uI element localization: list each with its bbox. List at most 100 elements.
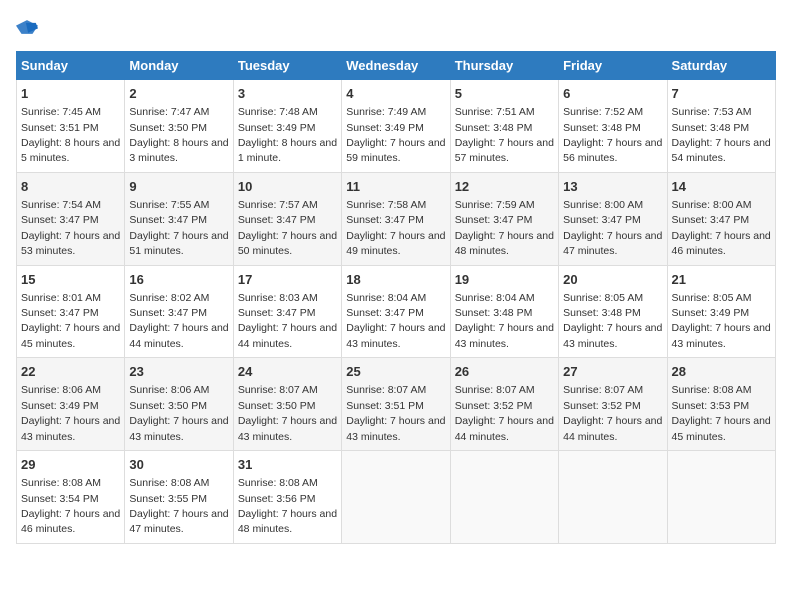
day-info: Sunrise: 8:05 AMSunset: 3:49 PMDaylight:… (672, 292, 771, 350)
day-number: 3 (238, 85, 337, 103)
day-info: Sunrise: 7:49 AMSunset: 3:49 PMDaylight:… (346, 106, 445, 164)
calendar-cell: 2 Sunrise: 7:47 AMSunset: 3:50 PMDaylight… (125, 80, 233, 173)
day-info: Sunrise: 7:53 AMSunset: 3:48 PMDaylight:… (672, 106, 771, 164)
calendar-cell: 5 Sunrise: 7:51 AMSunset: 3:48 PMDaylight… (450, 80, 558, 173)
day-number: 2 (129, 85, 228, 103)
day-info: Sunrise: 7:59 AMSunset: 3:47 PMDaylight:… (455, 199, 554, 257)
calendar-cell (342, 451, 450, 544)
day-info: Sunrise: 8:06 AMSunset: 3:49 PMDaylight:… (21, 384, 120, 442)
day-number: 30 (129, 456, 228, 474)
day-number: 29 (21, 456, 120, 474)
day-number: 8 (21, 178, 120, 196)
day-info: Sunrise: 8:07 AMSunset: 3:52 PMDaylight:… (563, 384, 662, 442)
day-number: 5 (455, 85, 554, 103)
day-info: Sunrise: 7:55 AMSunset: 3:47 PMDaylight:… (129, 199, 228, 257)
day-info: Sunrise: 7:52 AMSunset: 3:48 PMDaylight:… (563, 106, 662, 164)
day-info: Sunrise: 8:01 AMSunset: 3:47 PMDaylight:… (21, 292, 120, 350)
day-info: Sunrise: 8:04 AMSunset: 3:48 PMDaylight:… (455, 292, 554, 350)
calendar-cell: 30 Sunrise: 8:08 AMSunset: 3:55 PMDayligh… (125, 451, 233, 544)
calendar-cell: 25 Sunrise: 8:07 AMSunset: 3:51 PMDayligh… (342, 358, 450, 451)
calendar-cell: 15 Sunrise: 8:01 AMSunset: 3:47 PMDayligh… (17, 265, 125, 358)
day-number: 17 (238, 271, 337, 289)
day-info: Sunrise: 8:07 AMSunset: 3:50 PMDaylight:… (238, 384, 337, 442)
calendar-cell: 16 Sunrise: 8:02 AMSunset: 3:47 PMDayligh… (125, 265, 233, 358)
logo (16, 16, 40, 43)
day-number: 10 (238, 178, 337, 196)
calendar-day-header: Sunday (17, 52, 125, 80)
calendar-cell: 29 Sunrise: 8:08 AMSunset: 3:54 PMDayligh… (17, 451, 125, 544)
day-info: Sunrise: 8:08 AMSunset: 3:54 PMDaylight:… (21, 477, 120, 535)
calendar-cell: 7 Sunrise: 7:53 AMSunset: 3:48 PMDaylight… (667, 80, 775, 173)
day-number: 24 (238, 363, 337, 381)
calendar-cell: 12 Sunrise: 7:59 AMSunset: 3:47 PMDayligh… (450, 172, 558, 265)
calendar-header-row: SundayMondayTuesdayWednesdayThursdayFrid… (17, 52, 776, 80)
day-info: Sunrise: 7:57 AMSunset: 3:47 PMDaylight:… (238, 199, 337, 257)
calendar-cell (559, 451, 667, 544)
day-number: 21 (672, 271, 771, 289)
day-number: 19 (455, 271, 554, 289)
day-number: 31 (238, 456, 337, 474)
day-info: Sunrise: 8:03 AMSunset: 3:47 PMDaylight:… (238, 292, 337, 350)
calendar-cell (667, 451, 775, 544)
day-info: Sunrise: 8:08 AMSunset: 3:53 PMDaylight:… (672, 384, 771, 442)
day-info: Sunrise: 7:51 AMSunset: 3:48 PMDaylight:… (455, 106, 554, 164)
calendar-cell: 3Sunrise: 7:48 AMSunset: 3:49 PMDaylight… (233, 80, 341, 173)
calendar-cell: 19 Sunrise: 8:04 AMSunset: 3:48 PMDayligh… (450, 265, 558, 358)
day-number: 15 (21, 271, 120, 289)
calendar-cell: 17 Sunrise: 8:03 AMSunset: 3:47 PMDayligh… (233, 265, 341, 358)
calendar-week-row: 22 Sunrise: 8:06 AMSunset: 3:49 PMDayligh… (17, 358, 776, 451)
calendar-week-row: 29 Sunrise: 8:08 AMSunset: 3:54 PMDayligh… (17, 451, 776, 544)
calendar-day-header: Wednesday (342, 52, 450, 80)
day-number: 9 (129, 178, 228, 196)
calendar-cell: 27 Sunrise: 8:07 AMSunset: 3:52 PMDayligh… (559, 358, 667, 451)
calendar-cell: 18Sunrise: 8:04 AMSunset: 3:47 PMDayligh… (342, 265, 450, 358)
page-header (16, 16, 776, 43)
day-info: Sunrise: 8:00 AMSunset: 3:47 PMDaylight:… (672, 199, 771, 257)
calendar-cell: 24 Sunrise: 8:07 AMSunset: 3:50 PMDayligh… (233, 358, 341, 451)
calendar-week-row: 8 Sunrise: 7:54 AMSunset: 3:47 PMDaylight… (17, 172, 776, 265)
day-number: 4 (346, 85, 445, 103)
calendar-cell: 9 Sunrise: 7:55 AMSunset: 3:47 PMDaylight… (125, 172, 233, 265)
day-number: 20 (563, 271, 662, 289)
day-info: Sunrise: 8:04 AMSunset: 3:47 PMDaylight:… (346, 292, 445, 350)
day-info: Sunrise: 8:08 AMSunset: 3:56 PMDaylight:… (238, 477, 337, 535)
day-number: 22 (21, 363, 120, 381)
day-info: Sunrise: 7:47 AMSunset: 3:50 PMDaylight:… (129, 106, 228, 164)
calendar-cell: 26Sunrise: 8:07 AMSunset: 3:52 PMDayligh… (450, 358, 558, 451)
day-info: Sunrise: 8:07 AMSunset: 3:51 PMDaylight:… (346, 384, 445, 442)
calendar-cell: 21 Sunrise: 8:05 AMSunset: 3:49 PMDayligh… (667, 265, 775, 358)
calendar-cell: 23 Sunrise: 8:06 AMSunset: 3:50 PMDayligh… (125, 358, 233, 451)
calendar-cell: 6 Sunrise: 7:52 AMSunset: 3:48 PMDaylight… (559, 80, 667, 173)
day-info: Sunrise: 8:08 AMSunset: 3:55 PMDaylight:… (129, 477, 228, 535)
calendar-cell: 1Sunrise: 7:45 AMSunset: 3:51 PMDaylight… (17, 80, 125, 173)
day-info: Sunrise: 8:07 AMSunset: 3:52 PMDaylight:… (455, 384, 554, 442)
day-info: Sunrise: 7:54 AMSunset: 3:47 PMDaylight:… (21, 199, 120, 257)
calendar-cell: 10 Sunrise: 7:57 AMSunset: 3:47 PMDayligh… (233, 172, 341, 265)
calendar-cell: 11Sunrise: 7:58 AMSunset: 3:47 PMDayligh… (342, 172, 450, 265)
calendar-cell: 20Sunrise: 8:05 AMSunset: 3:48 PMDayligh… (559, 265, 667, 358)
calendar-cell: 31 Sunrise: 8:08 AMSunset: 3:56 PMDayligh… (233, 451, 341, 544)
day-number: 16 (129, 271, 228, 289)
calendar-day-header: Friday (559, 52, 667, 80)
calendar-day-header: Thursday (450, 52, 558, 80)
calendar-cell: 22 Sunrise: 8:06 AMSunset: 3:49 PMDayligh… (17, 358, 125, 451)
calendar-day-header: Tuesday (233, 52, 341, 80)
calendar-day-header: Saturday (667, 52, 775, 80)
day-number: 25 (346, 363, 445, 381)
day-number: 23 (129, 363, 228, 381)
calendar-cell (450, 451, 558, 544)
calendar-week-row: 1Sunrise: 7:45 AMSunset: 3:51 PMDaylight… (17, 80, 776, 173)
day-number: 13 (563, 178, 662, 196)
calendar-week-row: 15 Sunrise: 8:01 AMSunset: 3:47 PMDayligh… (17, 265, 776, 358)
day-info: Sunrise: 8:06 AMSunset: 3:50 PMDaylight:… (129, 384, 228, 442)
day-number: 12 (455, 178, 554, 196)
calendar-cell: 28Sunrise: 8:08 AMSunset: 3:53 PMDayligh… (667, 358, 775, 451)
calendar-cell: 4 Sunrise: 7:49 AMSunset: 3:49 PMDaylight… (342, 80, 450, 173)
day-number: 27 (563, 363, 662, 381)
calendar-cell: 8 Sunrise: 7:54 AMSunset: 3:47 PMDaylight… (17, 172, 125, 265)
day-info: Sunrise: 7:45 AMSunset: 3:51 PMDaylight:… (21, 106, 120, 164)
calendar-cell: 13Sunrise: 8:00 AMSunset: 3:47 PMDayligh… (559, 172, 667, 265)
day-info: Sunrise: 8:02 AMSunset: 3:47 PMDaylight:… (129, 292, 228, 350)
day-number: 7 (672, 85, 771, 103)
day-number: 6 (563, 85, 662, 103)
